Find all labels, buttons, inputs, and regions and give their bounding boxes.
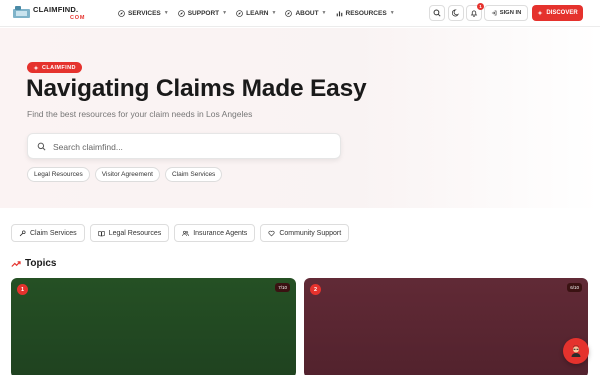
nav-services-label: SERVICES xyxy=(128,9,161,17)
logo-icon xyxy=(13,6,30,18)
category-community-support-label: Community Support xyxy=(279,229,342,237)
category-buttons: Claim Services Legal Resources Insurance… xyxy=(11,224,354,242)
brand-badge-label: CLAIMFIND xyxy=(42,64,76,71)
page-title: Navigating Claims Made Easy xyxy=(26,75,367,102)
topics-heading-label: Topics xyxy=(25,258,57,269)
compass-icon xyxy=(236,9,243,17)
site-logo[interactable]: CLAIMFIND. COM xyxy=(13,4,103,24)
heart-icon xyxy=(268,230,275,236)
category-claim-services-label: Claim Services xyxy=(30,229,77,237)
notification-count-badge: 1 xyxy=(477,3,484,10)
book-icon xyxy=(98,230,105,236)
trending-up-icon xyxy=(11,260,21,267)
sign-in-button[interactable]: SIGN IN xyxy=(484,5,528,21)
compass-icon xyxy=(285,9,293,17)
nav-about[interactable]: ABOUT ▼ xyxy=(285,8,327,18)
quick-links: Legal Resources Visitor Agreement Claim … xyxy=(27,167,227,182)
nav-services[interactable]: SERVICES ▼ xyxy=(118,8,169,18)
topic-rank-badge: 1 xyxy=(17,284,28,295)
nav-learn-label: LEARN xyxy=(246,9,269,17)
chip-visitor-agreement[interactable]: Visitor Agreement xyxy=(94,167,160,182)
topic-card[interactable]: 2 6/10 xyxy=(304,278,588,375)
category-community-support[interactable]: Community Support xyxy=(260,224,350,242)
topic-card[interactable]: 1 7/10 xyxy=(11,278,296,375)
category-claim-services[interactable]: Claim Services xyxy=(11,224,85,242)
notifications-button[interactable]: 1 xyxy=(466,3,484,21)
search-icon xyxy=(37,142,46,151)
chevron-down-icon: ▼ xyxy=(222,10,228,16)
chevron-down-icon: ▼ xyxy=(163,10,169,16)
chevron-down-icon: ▼ xyxy=(271,10,277,16)
login-icon xyxy=(491,10,497,16)
sign-in-label: SIGN IN xyxy=(499,10,522,16)
topic-score-badge: 6/10 xyxy=(567,283,582,292)
topic-rank-badge: 2 xyxy=(310,284,321,295)
sparkle-icon xyxy=(33,64,39,71)
brand-badge: CLAIMFIND xyxy=(27,62,82,73)
nav-learn[interactable]: LEARN ▼ xyxy=(236,8,276,18)
category-insurance-agents[interactable]: Insurance Agents xyxy=(174,224,256,242)
sparkle-icon xyxy=(537,10,543,16)
main-nav: SERVICES ▼ SUPPORT ▼ LEARN ▼ ABOUT ▼ RESOURC… xyxy=(118,8,404,18)
topic-score-badge: 7/10 xyxy=(275,283,290,292)
logo-subtext: COM xyxy=(70,15,86,21)
category-insurance-agents-label: Insurance Agents xyxy=(193,229,248,237)
nav-support-label: SUPPORT xyxy=(187,9,220,17)
bar-chart-icon xyxy=(336,10,342,16)
category-legal-resources[interactable]: Legal Resources xyxy=(89,224,170,242)
topics-heading: Topics xyxy=(11,258,56,269)
wrench-icon xyxy=(19,229,26,236)
nav-resources-label: RESOURCES xyxy=(345,9,387,17)
page-subtitle: Find the best resources for your claim n… xyxy=(27,109,253,119)
logo-text: CLAIMFIND. xyxy=(33,5,79,14)
nav-about-label: ABOUT xyxy=(295,9,319,17)
theme-toggle-button[interactable] xyxy=(448,5,464,21)
search-button[interactable] xyxy=(429,5,445,21)
moon-icon xyxy=(452,9,460,17)
chevron-down-icon: ▼ xyxy=(321,10,327,16)
discover-label: DISCOVER xyxy=(546,10,578,16)
nav-resources[interactable]: RESOURCES ▼ xyxy=(336,8,395,18)
chip-legal-resources[interactable]: Legal Resources xyxy=(27,167,90,182)
compass-icon xyxy=(118,9,125,17)
search-box[interactable] xyxy=(27,133,341,159)
category-legal-resources-label: Legal Resources xyxy=(108,229,162,237)
top-header: CLAIMFIND. COM SERVICES ▼ SUPPORT ▼ LEARN ▼… xyxy=(0,0,600,27)
bell-icon xyxy=(470,10,478,17)
users-icon xyxy=(182,230,190,236)
chat-assistant-button[interactable] xyxy=(563,338,589,364)
nav-support[interactable]: SUPPORT ▼ xyxy=(177,8,228,18)
chevron-down-icon: ▼ xyxy=(389,10,395,16)
chip-claim-services[interactable]: Claim Services xyxy=(164,167,223,182)
discover-button[interactable]: DISCOVER xyxy=(532,5,583,21)
avatar-icon xyxy=(571,345,581,357)
compass-icon xyxy=(177,9,185,17)
search-icon xyxy=(433,9,441,17)
search-input[interactable] xyxy=(53,139,333,154)
